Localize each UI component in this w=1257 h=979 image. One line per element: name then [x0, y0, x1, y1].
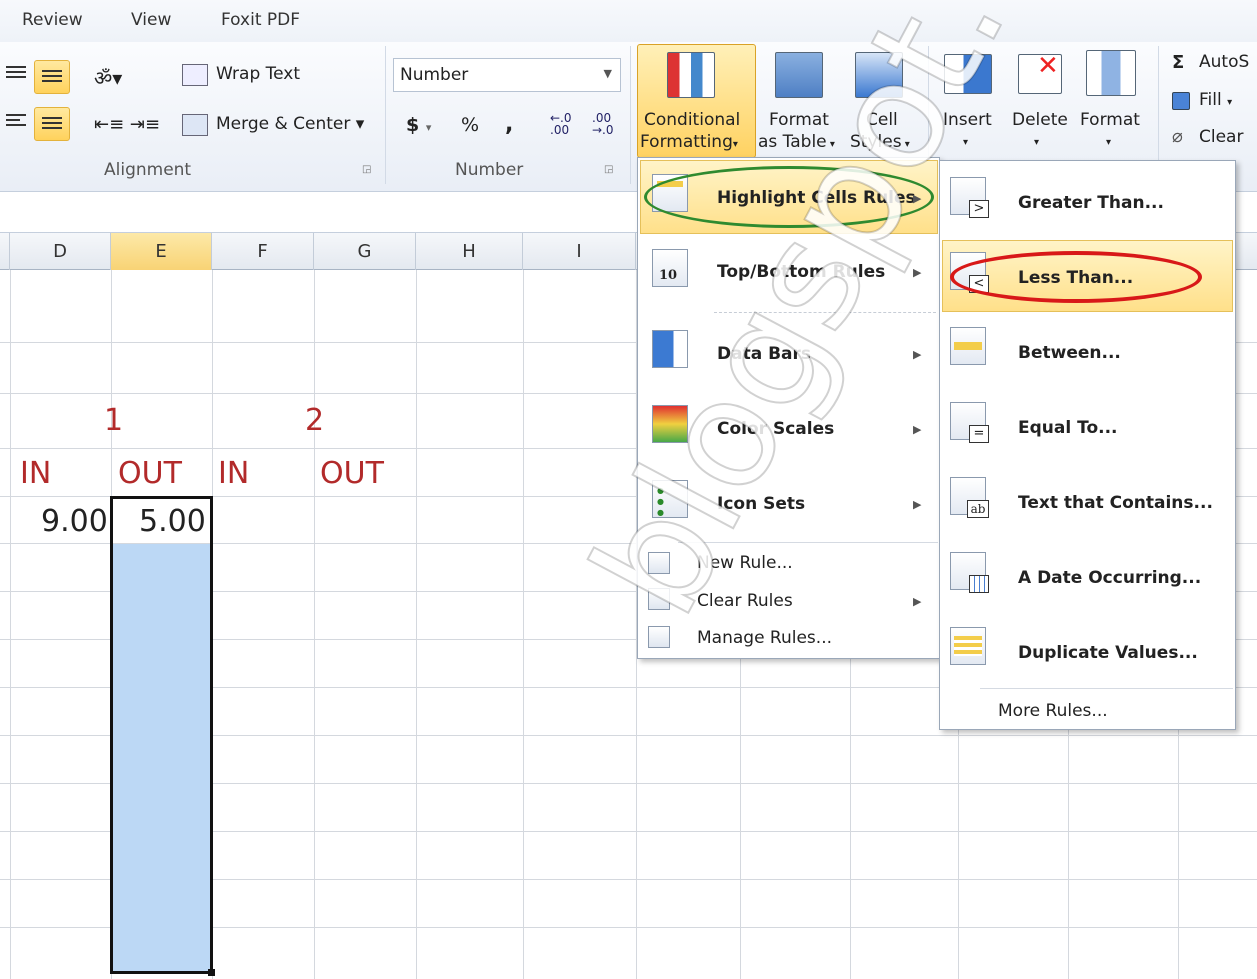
greater-than-icon: >	[950, 177, 989, 218]
delete-cells-icon: ✕	[1018, 51, 1062, 94]
insert-cells-icon	[944, 54, 992, 94]
wrap-text-button[interactable]: Wrap Text	[216, 64, 300, 84]
align-right-icon	[42, 117, 62, 131]
date-occurring-item[interactable]: A Date Occurring...	[1018, 568, 1201, 588]
clear-rules-icon	[648, 588, 670, 610]
chevron-down-icon: ▼	[603, 67, 612, 80]
top-bottom-icon: 10	[652, 249, 688, 287]
text-contains-item[interactable]: Text that Contains...	[1018, 493, 1213, 513]
date-occurring-icon	[950, 552, 989, 593]
autosum-button[interactable]: AutoS	[1199, 52, 1249, 72]
duplicate-values-item[interactable]: Duplicate Values...	[1018, 643, 1198, 663]
currency-button[interactable]: $ ▾	[406, 114, 431, 136]
chevron-right-icon: ▶	[913, 595, 922, 608]
cell-d-value[interactable]: 9.00	[41, 504, 108, 539]
column-header-f[interactable]: F	[212, 233, 314, 270]
format-as-table-label-1[interactable]: Format	[769, 110, 829, 130]
increase-decimal-icon[interactable]: ←.0.00	[550, 112, 572, 136]
format-button[interactable]: Format ▾	[1080, 110, 1140, 150]
column-header-h[interactable]: H	[416, 233, 523, 270]
between-item[interactable]: Between...	[1018, 343, 1121, 363]
number-dialog-launcher-icon[interactable]: ◲	[604, 164, 613, 175]
clear-rules-item[interactable]: Clear Rules	[697, 591, 793, 611]
data-bars-label[interactable]: Data Bars	[717, 344, 811, 364]
highlight-cells-submenu: > Greater Than... < Less Than... Between…	[939, 160, 1236, 730]
chevron-right-icon: ▶	[913, 266, 922, 279]
format-as-table-label-2[interactable]: as Table ▾	[758, 132, 835, 152]
align-left-icon[interactable]	[6, 114, 26, 130]
cell-styles-label-2[interactable]: Styles ▾	[850, 132, 910, 152]
tab-view[interactable]: View	[131, 10, 171, 30]
manage-rules-icon	[648, 626, 670, 648]
manage-rules-item[interactable]: Manage Rules...	[697, 628, 832, 648]
conditional-formatting-menu: Highlight Cells Rules ▶ 10 Top/Bottom Ru…	[637, 157, 940, 659]
group-2-label: 2	[305, 403, 325, 438]
delete-button[interactable]: Delete ▾	[1012, 110, 1068, 150]
decrease-decimal-icon[interactable]: .00 →.0	[592, 112, 614, 136]
new-rule-item[interactable]: New Rule...	[697, 553, 793, 573]
new-rule-icon	[648, 552, 670, 574]
color-scales-label[interactable]: Color Scales	[717, 419, 834, 439]
chevron-right-icon: ▶	[913, 348, 922, 361]
selected-range-border	[110, 496, 213, 974]
align-top-icon[interactable]	[6, 66, 26, 82]
out-header-1: OUT	[118, 456, 182, 491]
group-1-label: 1	[104, 403, 124, 438]
insert-button[interactable]: Insert ▾	[943, 110, 992, 150]
out-header-2: OUT	[320, 456, 384, 491]
in-header-1: IN	[20, 456, 52, 491]
color-scales-icon	[652, 405, 688, 443]
clear-button[interactable]: Clear	[1199, 127, 1243, 147]
equal-to-icon: =	[950, 402, 989, 443]
in-header-2: IN	[218, 456, 250, 491]
fill-button[interactable]: Fill ▾	[1199, 90, 1232, 110]
ribbon-tab-bar: Review View Foxit PDF	[0, 0, 1257, 42]
format-as-table-icon	[775, 52, 823, 98]
equal-to-item[interactable]: Equal To...	[1018, 418, 1118, 438]
icon-sets-label[interactable]: Icon Sets	[717, 494, 805, 514]
alignment-group-label: Alignment	[104, 160, 192, 180]
conditional-formatting-icon	[667, 52, 715, 98]
orientation-icon[interactable]: ॐ▾	[94, 64, 122, 91]
green-highlight-ring	[644, 166, 934, 228]
comma-button[interactable]: ,	[505, 112, 513, 137]
column-header-e[interactable]: E	[111, 233, 212, 270]
chevron-right-icon: ▶	[913, 498, 922, 511]
wrap-text-icon	[182, 64, 208, 86]
fill-handle[interactable]	[208, 969, 215, 976]
more-rules-item[interactable]: More Rules...	[998, 701, 1108, 721]
number-format-dropdown[interactable]: Number ▼	[393, 58, 621, 92]
conditional-formatting-label-2: Formatting▾	[640, 132, 738, 152]
cell-e-value[interactable]: 5.00	[139, 504, 206, 539]
align-middle-icon	[42, 70, 62, 84]
format-cells-icon	[1086, 50, 1136, 96]
greater-than-item[interactable]: Greater Than...	[1018, 193, 1164, 213]
merge-center-button[interactable]: Merge & Center ▾	[216, 114, 364, 134]
fill-icon	[1172, 92, 1190, 110]
column-header-g[interactable]: G	[314, 233, 416, 270]
between-icon	[950, 327, 986, 365]
number-group-label: Number	[455, 160, 524, 180]
chevron-right-icon: ▶	[913, 423, 922, 436]
percent-button[interactable]: %	[461, 114, 479, 136]
cell-styles-label-1[interactable]: Cell	[866, 110, 898, 130]
text-contains-icon: ab	[950, 477, 989, 518]
tab-foxit-pdf[interactable]: Foxit PDF	[221, 10, 300, 30]
dialog-launcher-icon[interactable]: ◲	[362, 164, 371, 175]
column-header-d[interactable]: D	[10, 233, 111, 270]
eraser-icon: ⌀	[1172, 126, 1183, 147]
icon-sets-icon: ● ● ●	[652, 480, 688, 518]
sigma-icon: Σ	[1172, 52, 1185, 73]
merge-center-icon	[182, 114, 208, 136]
cell-styles-icon	[855, 52, 903, 98]
indent-icons[interactable]: ⇤≡ ⇥≡	[94, 114, 160, 135]
red-highlight-ring	[950, 251, 1202, 303]
data-bars-icon	[652, 330, 688, 368]
column-header-i[interactable]: I	[523, 233, 636, 270]
duplicate-values-icon	[950, 627, 986, 665]
tab-review[interactable]: Review	[22, 10, 83, 30]
top-bottom-rules-label[interactable]: Top/Bottom Rules	[717, 262, 885, 282]
conditional-formatting-label-1: Conditional	[644, 110, 741, 130]
